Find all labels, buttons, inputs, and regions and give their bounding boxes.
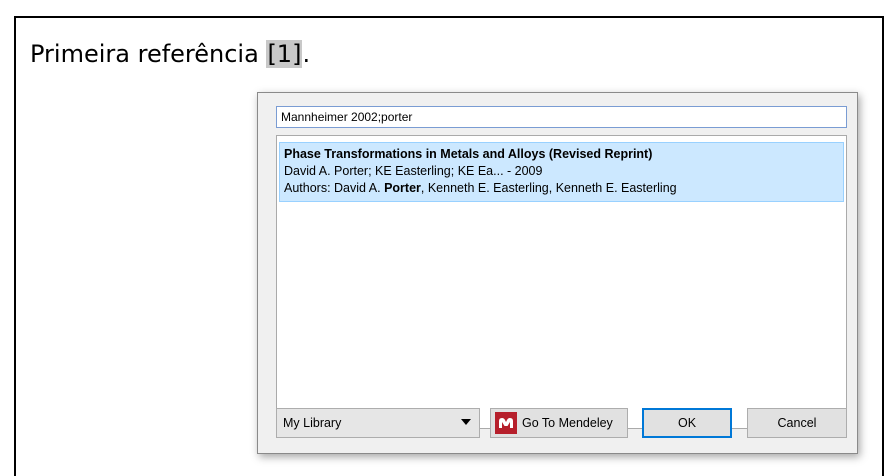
result-authors: Authors: David A. Porter, Kenneth E. Eas…	[284, 180, 839, 197]
document-text: Primeira referência	[30, 40, 267, 68]
citation-field[interactable]: [1]	[266, 40, 303, 68]
result-title: Phase Transformations in Metals and Allo…	[284, 147, 653, 161]
authors-match: Porter	[384, 181, 421, 195]
library-select-value: My Library	[283, 416, 342, 430]
document-period: .	[302, 40, 311, 68]
go-to-mendeley-button[interactable]: Go To Mendeley	[490, 408, 628, 438]
ok-button[interactable]: OK	[642, 408, 732, 438]
authors-prefix: Authors: David A.	[284, 181, 385, 195]
go-to-mendeley-label: Go To Mendeley	[522, 416, 613, 430]
mendeley-logo-icon	[495, 412, 517, 434]
cancel-button[interactable]: Cancel	[747, 408, 847, 438]
results-list[interactable]: Phase Transformations in Metals and Allo…	[276, 135, 847, 429]
result-byline: David A. Porter; KE Easterling; KE Ea...…	[284, 164, 543, 178]
citation-dialog: Phase Transformations in Metals and Allo…	[257, 92, 858, 454]
document-line: Primeira referência [1].	[30, 37, 310, 71]
list-item[interactable]: Phase Transformations in Metals and Allo…	[279, 142, 844, 202]
chevron-down-icon	[461, 419, 471, 425]
search-input[interactable]	[276, 106, 847, 128]
authors-suffix: , Kenneth E. Easterling, Kenneth E. East…	[420, 181, 677, 195]
library-select[interactable]: My Library	[276, 408, 480, 438]
